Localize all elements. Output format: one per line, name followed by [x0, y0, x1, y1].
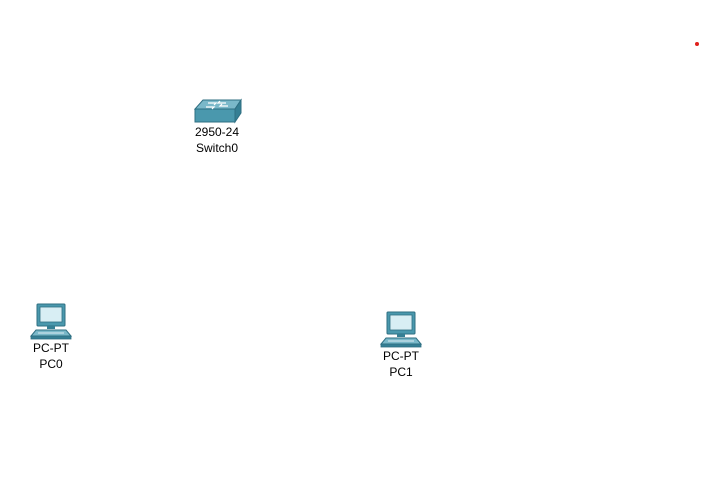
pc-icon[interactable]: [28, 302, 74, 340]
device-model-label: PC-PT: [383, 349, 419, 363]
logical-workspace[interactable]: 2950-24 Switch0 PC-PT PC0 PC-PT PC1: [0, 0, 701, 488]
device-model-label: 2950-24: [194, 125, 240, 139]
device-name-label[interactable]: PC0: [39, 356, 62, 372]
device-model-label: PC-PT: [33, 341, 69, 355]
device-name-label[interactable]: Switch0: [196, 140, 238, 156]
device-pc0[interactable]: PC-PT PC0: [21, 302, 81, 372]
device-name-label[interactable]: PC1: [389, 364, 412, 380]
device-switch0[interactable]: 2950-24 Switch0: [187, 98, 247, 156]
device-pc1[interactable]: PC-PT PC1: [371, 310, 431, 380]
red-marker-dot: [695, 42, 699, 46]
pc-icon[interactable]: [378, 310, 424, 348]
switch-icon[interactable]: [191, 98, 243, 124]
